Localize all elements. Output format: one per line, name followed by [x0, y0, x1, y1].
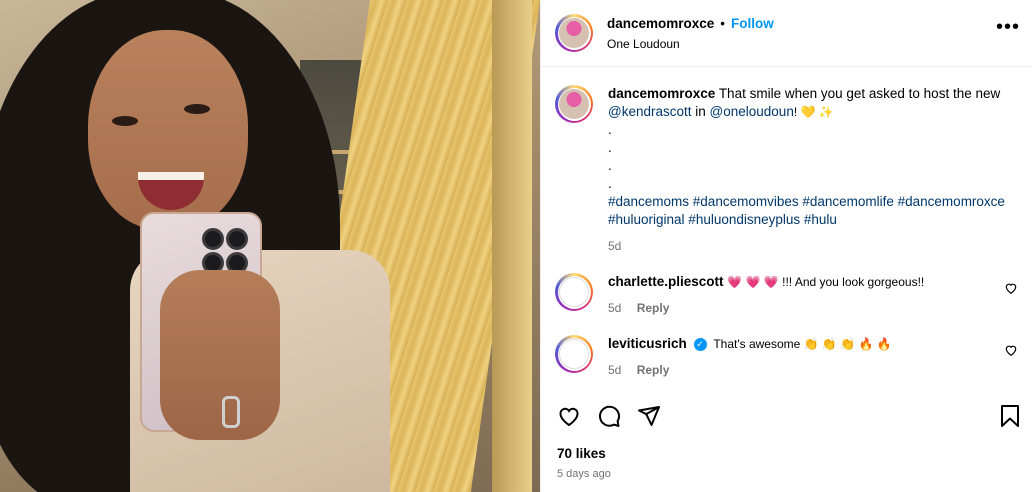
post-details-panel: dancemomroxce • Follow One Loudoun ••• d… [540, 0, 1032, 492]
separator-dot: • [720, 15, 726, 31]
comment-time[interactable]: 5d [608, 301, 621, 315]
ring [222, 396, 240, 428]
eye [184, 104, 210, 114]
caption-dot: . [608, 140, 612, 155]
reply-button[interactable]: Reply [637, 301, 670, 315]
likes-count[interactable]: 70 likes [557, 446, 606, 461]
caption-username[interactable]: dancemomroxce [608, 86, 715, 101]
post-photo[interactable] [0, 0, 540, 492]
camera-lens [202, 228, 224, 250]
caption-in: in [695, 104, 706, 119]
send-icon[interactable] [637, 404, 661, 428]
caption-text: That smile when you get asked to host th… [718, 86, 1001, 101]
caption-time[interactable]: 5d [608, 239, 621, 253]
comment: charlette.pliescott 💗 💗 💗 !!! And you lo… [555, 273, 1018, 317]
heart-icon[interactable] [1004, 343, 1018, 357]
header-username[interactable]: dancemomroxce [607, 16, 714, 31]
hand [160, 270, 280, 440]
camera-lens [226, 228, 248, 250]
heart-icon[interactable] [557, 404, 581, 428]
hashtags[interactable]: #huluoriginal #huluondisneyplus #hulu [608, 212, 837, 227]
post-header: dancemomroxce • Follow One Loudoun ••• [541, 0, 1032, 67]
avatar[interactable] [555, 85, 593, 123]
post-timestamp[interactable]: 5 days ago [557, 468, 611, 480]
comments-list: dancemomroxce That smile when you get as… [541, 67, 1032, 379]
caption-emoji: ! 💛 ✨ [793, 105, 834, 119]
mirror-frame-edge [492, 0, 532, 492]
caption: dancemomroxce That smile when you get as… [555, 85, 1018, 255]
reply-button[interactable]: Reply [637, 363, 670, 377]
heart-icon[interactable] [1004, 281, 1018, 295]
eye [112, 116, 138, 126]
hashtags[interactable]: #dancemoms #dancemomvibes #dancemomlife … [608, 194, 1005, 209]
mention-link[interactable]: @oneloudoun [710, 104, 794, 119]
comment: leviticusrich ✓ That's awesome 👏 👏 👏 🔥 🔥… [555, 335, 1018, 379]
comment-username[interactable]: charlette.pliescott [608, 274, 724, 289]
avatar[interactable] [555, 14, 593, 52]
comment-username[interactable]: leviticusrich [608, 336, 687, 351]
caption-dot: . [608, 122, 612, 137]
comment-text: 💗 💗 💗 !!! And you look gorgeous!! [727, 275, 925, 289]
location-link[interactable]: One Loudoun [607, 37, 774, 51]
caption-dot: . [608, 176, 612, 191]
caption-dot: . [608, 158, 612, 173]
verified-badge-icon: ✓ [693, 337, 707, 351]
more-options-icon[interactable]: ••• [996, 17, 1020, 37]
follow-button[interactable]: Follow [731, 16, 774, 31]
avatar[interactable] [555, 335, 593, 373]
avatar[interactable] [555, 273, 593, 311]
comment-text: That's awesome 👏 👏 👏 🔥 🔥 [713, 337, 892, 351]
post-modal: dancemomroxce • Follow One Loudoun ••• d… [0, 0, 1032, 492]
mention-link[interactable]: @kendrascott [608, 104, 692, 119]
bookmark-icon[interactable] [999, 404, 1021, 428]
comment-time[interactable]: 5d [608, 363, 621, 377]
action-bar [555, 404, 1021, 430]
comment-icon[interactable] [597, 404, 621, 428]
